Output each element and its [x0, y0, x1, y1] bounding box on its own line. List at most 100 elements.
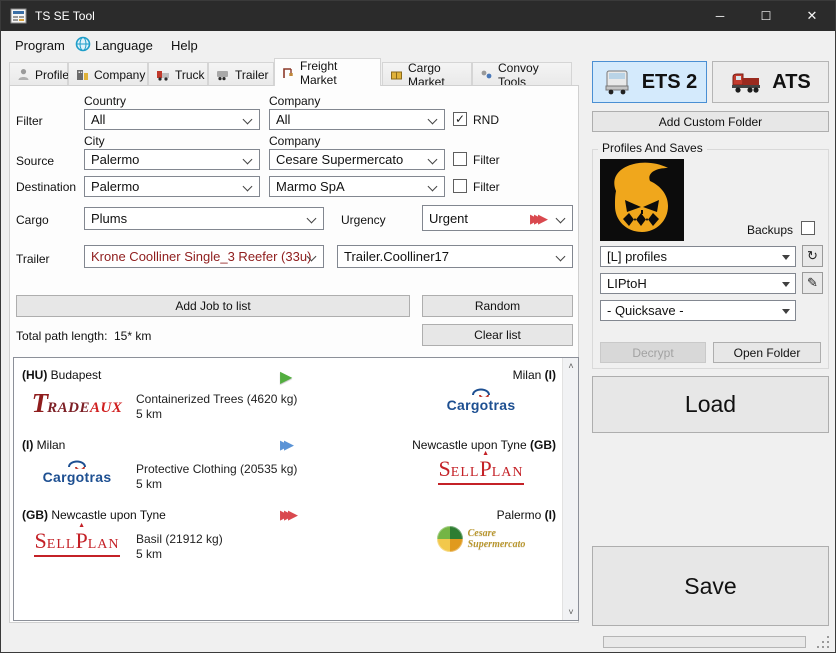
menu-language[interactable]: Language — [95, 38, 153, 53]
source-company-value: Cesare Supermercato — [276, 152, 403, 167]
dropdown-arrow-icon — [782, 255, 790, 260]
save-slot-select[interactable]: - Quicksave - — [600, 300, 796, 321]
freight-market-icon — [282, 66, 295, 79]
chevron-down-icon — [243, 155, 253, 165]
urgency-label: Urgency — [341, 213, 386, 227]
cargo-market-icon — [390, 68, 403, 81]
menu-help[interactable]: Help — [171, 38, 198, 53]
job-src-city: Newcastle upon Tyne — [51, 508, 166, 522]
cargo-label: Cargo — [16, 213, 49, 227]
filter-country-value: All — [91, 112, 105, 127]
trailer-label: Trailer — [16, 252, 50, 266]
crown-icon: ▲ — [482, 450, 489, 457]
job-list-item[interactable]: (I) Milan ▶▶ Newcastle upon Tyne (GB) Ca… — [14, 432, 560, 502]
job-list-scrollbar[interactable]: ˄ ˅ — [562, 358, 578, 620]
rnd-label: RND — [473, 113, 499, 127]
source-city-select[interactable]: Palermo — [84, 149, 260, 170]
urgency-select[interactable]: Urgent ▶▶▶ — [422, 205, 573, 231]
company-column-header: Company — [269, 94, 320, 108]
source-label: Source — [16, 154, 54, 168]
resize-grip[interactable] — [815, 634, 829, 648]
scroll-up-icon[interactable]: ˄ — [563, 358, 579, 374]
trailer-variant-value: Trailer.Coolliner17 — [344, 249, 449, 264]
tab-company-label: Company — [94, 68, 145, 82]
job-dst-city: Newcastle upon Tyne — [412, 438, 527, 452]
crown-icon: ▲ — [78, 522, 85, 529]
backups-checkbox[interactable] — [801, 221, 815, 235]
job-src-city: Budapest — [51, 368, 102, 382]
company-logo-cesare-supermercato: CesareSupermercato — [416, 526, 546, 552]
company-logo-cargotras: Cargotras — [416, 386, 546, 413]
ats-button[interactable]: ATS — [712, 61, 829, 103]
cargo-select[interactable]: Plums — [84, 207, 324, 230]
tab-profile[interactable]: Profile — [9, 62, 68, 86]
trailer-model-select[interactable]: Krone Coolliner Single_3 Reefer (33u) — [84, 245, 324, 268]
check-icon: ✓ — [455, 112, 465, 126]
cargotras-clip-icon — [469, 386, 493, 397]
convoy-tools-icon — [480, 68, 493, 81]
decrypt-button[interactable]: Decrypt — [600, 342, 706, 363]
company-icon — [76, 68, 89, 81]
save-slot-value: - Quicksave - — [607, 303, 684, 318]
source-filter-checkbox[interactable] — [453, 152, 467, 166]
job-list-item[interactable]: (GB) Newcastle upon Tyne ▶▶▶ Palermo (I)… — [14, 502, 560, 572]
company-logo-sellplan: SELLP▲LAN — [416, 456, 546, 485]
save-button[interactable]: Save — [592, 546, 829, 626]
job-list-item[interactable]: (HU) Budapest ▶ Milan (I) TRADEAUX Conta… — [14, 362, 560, 432]
load-button[interactable]: Load — [592, 376, 829, 433]
tab-freight-market-label: Freight Market — [300, 59, 373, 87]
menu-program[interactable]: Program — [15, 38, 65, 53]
clear-list-button[interactable]: Clear list — [422, 324, 573, 346]
source-filter-label: Filter — [473, 153, 500, 167]
rnd-checkbox[interactable]: ✓ — [453, 112, 467, 126]
destination-company-select[interactable]: Marmo SpA — [269, 176, 445, 197]
profile-avatar — [600, 159, 684, 241]
trailer-variant-select[interactable]: Trailer.Coolliner17 — [337, 245, 573, 268]
urgent-icon: ▶▶▶ — [530, 211, 548, 227]
chevron-down-icon — [243, 182, 253, 192]
job-src-country: (GB) — [22, 508, 48, 522]
profiles-select[interactable]: [L] profiles — [600, 246, 796, 267]
refresh-button[interactable]: ↻ — [802, 245, 823, 267]
destination-city-select[interactable]: Palermo — [84, 176, 260, 197]
filter-company-select[interactable]: All — [269, 109, 445, 130]
tab-company[interactable]: Company — [68, 62, 148, 86]
open-folder-button[interactable]: Open Folder — [713, 342, 821, 363]
close-button[interactable]: ✕ — [789, 1, 835, 31]
job-src-country: (HU) — [22, 368, 47, 382]
job-distance: 5 km — [136, 407, 162, 421]
add-custom-folder-button[interactable]: Add Custom Folder — [592, 111, 829, 132]
tab-profile-label: Profile — [35, 68, 69, 82]
profile-name-select[interactable]: LIPtoH — [600, 273, 796, 294]
random-button[interactable]: Random — [422, 295, 573, 317]
total-path-label: Total path length: — [16, 329, 107, 343]
maximize-button[interactable]: ☐ — [743, 1, 789, 31]
tab-freight-market[interactable]: Freight Market — [274, 58, 381, 86]
trailer-icon — [216, 69, 230, 81]
company-column-header-2: Company — [269, 134, 320, 148]
profiles-select-value: [L] profiles — [607, 249, 667, 264]
urgency-value: Urgent — [429, 211, 468, 226]
ets2-button[interactable]: ETS 2 — [592, 61, 707, 103]
tab-trailer[interactable]: Trailer — [208, 62, 274, 86]
minimize-button[interactable]: ─ — [697, 1, 743, 31]
urgency-arrow-important-icon: ▶▶ — [280, 437, 294, 453]
tab-truck[interactable]: Truck — [148, 62, 208, 86]
tab-convoy-tools[interactable]: Convoy Tools — [472, 62, 572, 86]
company-logo-cargotras: Cargotras — [18, 458, 136, 485]
tab-cargo-market[interactable]: Cargo Market — [382, 62, 472, 86]
app-icon — [10, 8, 27, 24]
edit-button[interactable]: ✎ — [802, 272, 823, 294]
chevron-down-icon — [428, 155, 438, 165]
source-city-value: Palermo — [91, 152, 139, 167]
add-job-button[interactable]: Add Job to list — [16, 295, 410, 317]
dropdown-arrow-icon — [782, 282, 790, 287]
tab-truck-label: Truck — [175, 68, 205, 82]
scroll-down-icon[interactable]: ˅ — [563, 604, 579, 620]
source-company-select[interactable]: Cesare Supermercato — [269, 149, 445, 170]
chevron-down-icon — [556, 214, 566, 224]
tab-trailer-label: Trailer — [235, 68, 269, 82]
filter-country-select[interactable]: All — [84, 109, 260, 130]
destination-filter-checkbox[interactable] — [453, 179, 467, 193]
job-dst-country: (GB) — [530, 438, 556, 452]
